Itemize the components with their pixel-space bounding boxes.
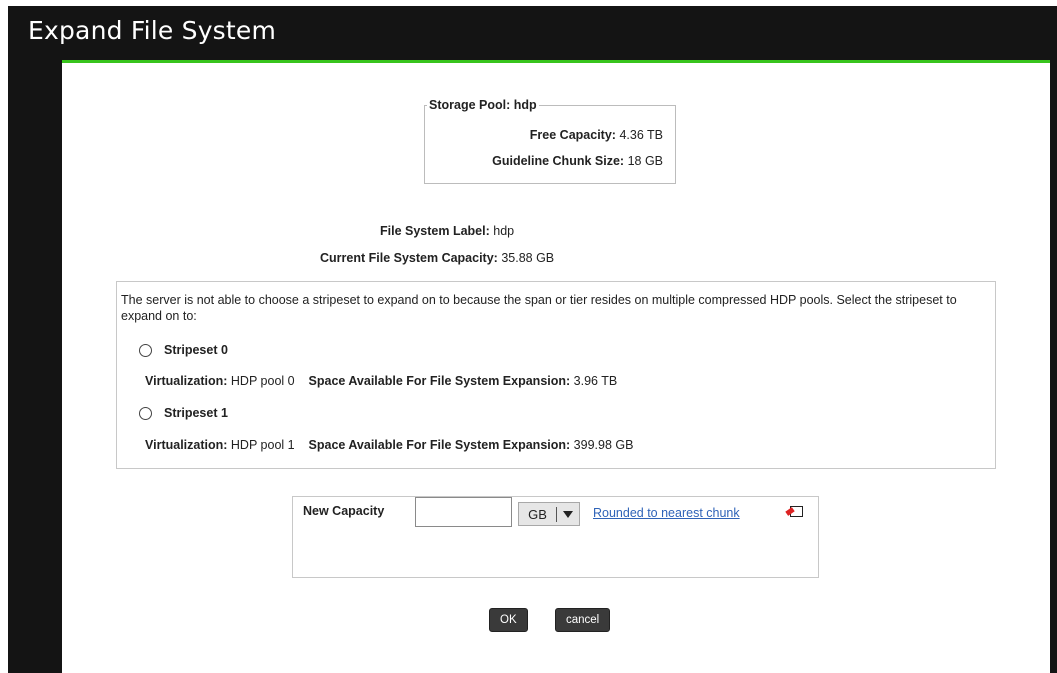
file-system-capacity-value: 35.88 GB bbox=[501, 251, 555, 265]
stripeset-0-radio[interactable] bbox=[139, 343, 152, 357]
capacity-unit-value: GB bbox=[519, 506, 557, 522]
new-capacity-box: New Capacity GB Rounded to nearest chunk bbox=[292, 496, 819, 578]
stripeset-selection-box: The server is not able to choose a strip… bbox=[116, 281, 996, 469]
stripeset-1-details: Virtualization: HDP pool 1 Space Availab… bbox=[145, 438, 633, 452]
free-capacity-label: Free Capacity: bbox=[529, 128, 616, 142]
dialog-panel: Storage Pool: hdp Free Capacity: 4.36 TB… bbox=[62, 60, 1050, 673]
stripeset-0-option[interactable]: Stripeset 0 bbox=[139, 343, 228, 357]
free-capacity-value: 4.36 TB bbox=[619, 128, 663, 142]
storage-pool-legend: Storage Pool: hdp bbox=[429, 98, 537, 112]
stripeset-message: The server is not able to choose a strip… bbox=[121, 293, 957, 323]
chunk-size-value: 18 GB bbox=[627, 154, 663, 168]
stripeset-0-label: Stripeset 0 bbox=[164, 343, 228, 357]
chunk-size-row: Guideline Chunk Size: 18 GB bbox=[492, 154, 663, 168]
rounded-chunk-link[interactable]: Rounded to nearest chunk bbox=[593, 506, 740, 520]
file-system-capacity-label: Current File System Capacity: bbox=[320, 251, 498, 265]
capacity-unit-select[interactable]: GB bbox=[518, 502, 580, 526]
free-capacity-row: Free Capacity: 4.36 TB bbox=[530, 128, 663, 142]
file-system-label-row: File System Label: hdp bbox=[380, 224, 514, 238]
stripeset-1-radio[interactable] bbox=[139, 406, 152, 420]
dropdown-arrow-icon bbox=[563, 510, 573, 518]
stripeset-1-option[interactable]: Stripeset 1 bbox=[139, 406, 228, 420]
stripeset-1-label: Stripeset 1 bbox=[164, 406, 228, 420]
file-system-label-label: File System Label: bbox=[380, 224, 490, 238]
stripeset-0-space-label: Space Available For File System Expansio… bbox=[308, 374, 571, 388]
page-title: Expand File System bbox=[28, 16, 277, 45]
ok-button[interactable]: OK bbox=[489, 608, 528, 632]
stripeset-1-virtualization-label: Virtualization: bbox=[145, 438, 228, 452]
file-system-label-value: hdp bbox=[493, 224, 515, 238]
stripeset-0-space-value: 3.96 TB bbox=[573, 374, 618, 388]
stripeset-0-virtualization-value: HDP pool 0 bbox=[230, 374, 295, 388]
stripeset-1-virtualization-value: HDP pool 1 bbox=[230, 438, 295, 452]
new-capacity-input[interactable] bbox=[415, 497, 512, 527]
stripeset-1-space-label: Space Available For File System Expansio… bbox=[308, 438, 571, 452]
file-system-capacity-row: Current File System Capacity: 35.88 GB bbox=[320, 251, 554, 265]
chunk-size-label: Guideline Chunk Size: bbox=[492, 154, 625, 168]
storage-pool-group: Storage Pool: hdp Free Capacity: 4.36 TB… bbox=[424, 98, 676, 184]
stripeset-0-virtualization-label: Virtualization: bbox=[145, 374, 228, 388]
external-link-icon[interactable] bbox=[790, 506, 803, 517]
cancel-button[interactable]: cancel bbox=[555, 608, 611, 632]
stripeset-1-space-value: 399.98 GB bbox=[573, 438, 634, 452]
stripeset-0-details: Virtualization: HDP pool 0 Space Availab… bbox=[145, 374, 617, 388]
new-capacity-label: New Capacity bbox=[303, 504, 385, 518]
